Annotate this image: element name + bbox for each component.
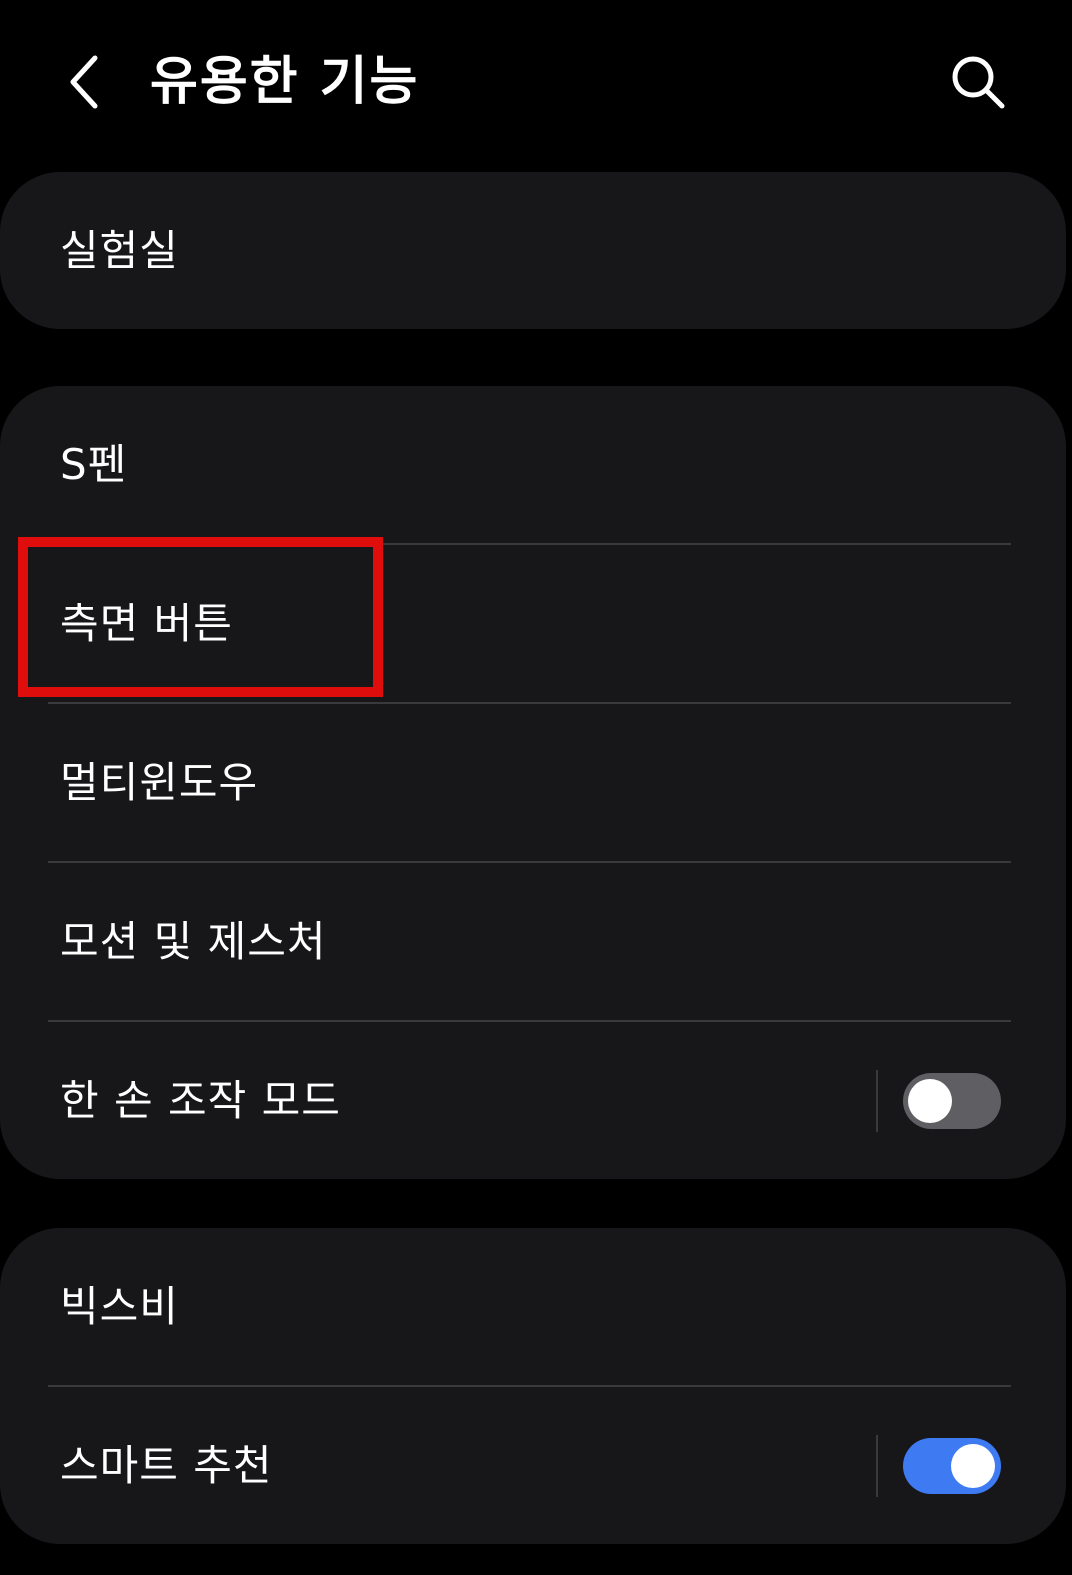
search-icon (952, 56, 1005, 109)
toggle-separator (876, 1435, 878, 1497)
menu-item-label: 한 손 조작 모드 (60, 1076, 341, 1125)
menu-item-label: S펜 (60, 440, 128, 489)
app-header: 유용한 기능 (0, 0, 1072, 165)
menu-item-label: 모션 및 제스처 (60, 917, 327, 966)
labs-card: 실험실 (0, 172, 1066, 329)
smart-suggestions-toggle[interactable] (903, 1438, 1001, 1494)
menu-item-multi-window[interactable]: 멀티윈도우 (0, 704, 1066, 861)
assistant-card: 빅스비 스마트 추천 (0, 1228, 1066, 1544)
menu-item-labs[interactable]: 실험실 (0, 172, 1066, 329)
one-handed-mode-toggle[interactable] (903, 1073, 1001, 1129)
page-title: 유용한 기능 (150, 52, 420, 112)
toggle-separator (876, 1070, 878, 1132)
menu-item-label: 측면 버튼 (60, 599, 233, 648)
chevron-left-icon (70, 55, 98, 109)
menu-item-bixby[interactable]: 빅스비 (0, 1228, 1066, 1385)
menu-item-s-pen[interactable]: S펜 (0, 386, 1066, 543)
toggle-knob (908, 1079, 952, 1123)
menu-item-side-button[interactable]: 측면 버튼 (0, 545, 1066, 702)
menu-item-one-handed-mode[interactable]: 한 손 조작 모드 (0, 1022, 1066, 1179)
menu-item-label: 실험실 (60, 226, 179, 275)
menu-item-label: 멀티윈도우 (60, 758, 259, 807)
menu-item-label: 스마트 추천 (60, 1441, 273, 1490)
device-features-card: S펜 측면 버튼 멀티윈도우 모션 및 제스처 한 손 조작 모드 (0, 386, 1066, 1179)
search-button[interactable] (940, 42, 1016, 122)
back-button[interactable] (50, 42, 120, 122)
menu-item-label: 빅스비 (60, 1282, 179, 1331)
menu-item-motions-gestures[interactable]: 모션 및 제스처 (0, 863, 1066, 1020)
menu-item-smart-suggestions[interactable]: 스마트 추천 (0, 1387, 1066, 1544)
toggle-knob (951, 1444, 995, 1488)
